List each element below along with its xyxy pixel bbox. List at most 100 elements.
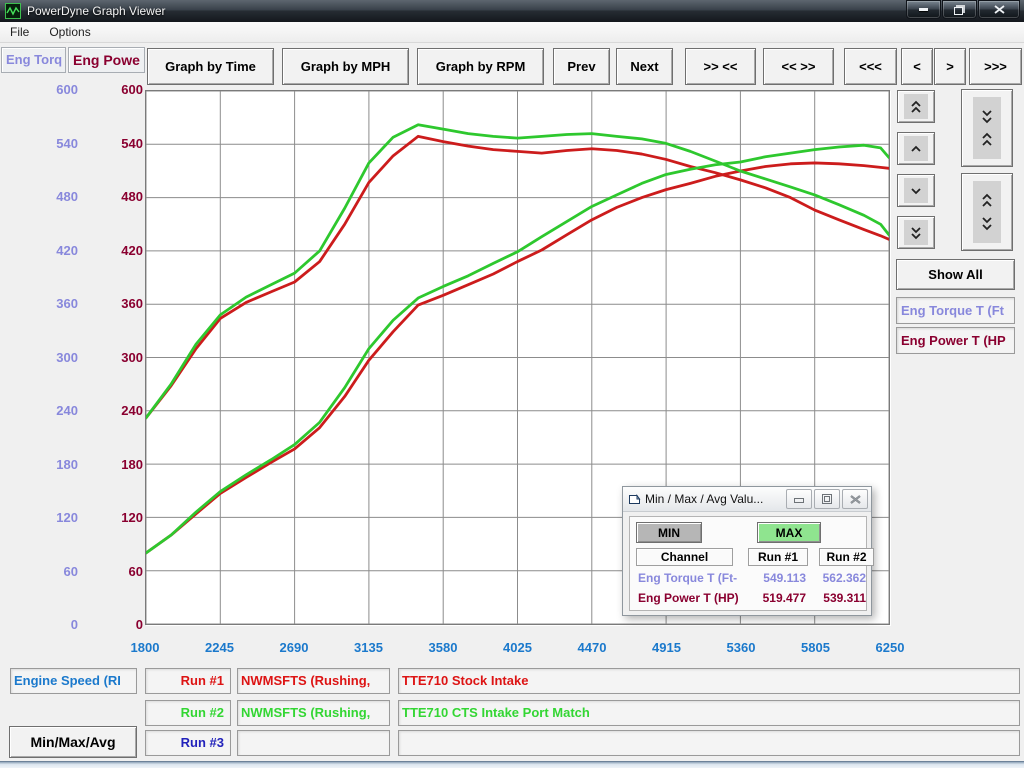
run2-desc-field[interactable]: NWMSFTS (Rushing, <box>237 700 390 726</box>
titlebar[interactable]: PowerDyne Graph Viewer <box>0 0 1024 22</box>
run2-title-field[interactable]: TTE710 CTS Intake Port Match <box>398 700 1020 726</box>
scale-down-fast-button[interactable] <box>897 216 935 249</box>
scale-up-button[interactable] <box>897 132 935 165</box>
rpm-tick: 2245 <box>190 640 250 655</box>
minmax-value: 539.311 <box>814 591 866 605</box>
restore-button[interactable] <box>942 0 977 19</box>
graph-by-rpm-button[interactable]: Graph by RPM <box>417 48 544 85</box>
min-button[interactable]: MIN <box>636 522 702 543</box>
menu-options[interactable]: Options <box>39 23 100 41</box>
torque-tick: 180 <box>30 457 78 472</box>
minmax-window-title: Min / Max / Avg Valu... <box>645 492 763 506</box>
close-button[interactable] <box>978 0 1020 19</box>
minmax-row-channel: Eng Torque T (Ft- <box>638 571 737 585</box>
scroll-right-button[interactable]: > <box>934 48 966 85</box>
maximize-icon <box>822 494 832 504</box>
rpm-tick: 6250 <box>860 640 920 655</box>
prev-button[interactable]: Prev <box>553 48 610 85</box>
column-header-run2[interactable]: Run #2 <box>819 548 874 566</box>
minmax-minimize-button[interactable] <box>786 489 812 509</box>
zoom-in-button[interactable]: >> << <box>685 48 756 85</box>
torque-tick: 480 <box>30 189 78 204</box>
show-all-button[interactable]: Show All <box>896 259 1015 290</box>
rpm-tick: 4470 <box>562 640 622 655</box>
torque-tick: 0 <box>30 617 78 632</box>
scroll-left-button[interactable]: < <box>901 48 933 85</box>
minmax-titlebar[interactable]: Min / Max / Avg Valu... <box>623 487 871 512</box>
torque-tick: 540 <box>30 136 78 151</box>
rpm-tick: 2690 <box>264 640 324 655</box>
graph-by-time-button[interactable]: Graph by Time <box>147 48 274 85</box>
scale-down-button[interactable] <box>897 174 935 207</box>
chevron-down-icon <box>910 187 922 195</box>
run1-label: Run #1 <box>145 668 231 694</box>
scale-up-fast-button[interactable] <box>897 90 935 123</box>
rpm-tick: 4915 <box>637 640 697 655</box>
compress-scale-button[interactable] <box>961 89 1013 167</box>
torque-tick: 240 <box>30 403 78 418</box>
power-tick: 0 <box>95 617 143 632</box>
rpm-tick: 1800 <box>115 640 175 655</box>
graph-by-mph-button[interactable]: Graph by MPH <box>282 48 409 85</box>
minmax-value: 562.362 <box>814 571 866 585</box>
power-tick: 360 <box>95 296 143 311</box>
minimize-icon <box>794 495 804 503</box>
rpm-tick: 3580 <box>413 640 473 655</box>
minmax-maximize-button[interactable] <box>814 489 840 509</box>
scroll-far-right-button[interactable]: >>> <box>969 48 1022 85</box>
power-tick: 120 <box>95 510 143 525</box>
column-header-run1[interactable]: Run #1 <box>748 548 808 566</box>
window-title: PowerDyne Graph Viewer <box>27 4 166 18</box>
channel-power-selector[interactable]: Eng Powe <box>68 47 145 73</box>
minmax-close-button[interactable] <box>842 489 868 509</box>
menubar: File Options <box>0 22 1024 43</box>
app-window: PowerDyne Graph Viewer File Options Eng … <box>0 0 1024 768</box>
minmax-value: 519.477 <box>748 591 806 605</box>
double-chevron-up-icon <box>910 100 922 114</box>
app-icon <box>5 3 21 19</box>
scroll-far-left-button[interactable]: <<< <box>844 48 897 85</box>
run3-label: Run #3 <box>145 730 231 756</box>
torque-tick: 60 <box>30 564 78 579</box>
run1-desc-field[interactable]: NWMSFTS (Rushing, <box>237 668 390 694</box>
channel-torque-selector[interactable]: Eng Torq <box>1 47 66 73</box>
power-tick: 240 <box>95 403 143 418</box>
power-channel-box[interactable]: Eng Power T (HP <box>896 327 1015 354</box>
power-tick: 480 <box>95 189 143 204</box>
rpm-tick: 5360 <box>711 640 771 655</box>
minmax-value: 549.113 <box>748 571 806 585</box>
restore-icon <box>954 7 963 15</box>
form-icon <box>628 493 641 506</box>
zoom-out-button[interactable]: << >> <box>763 48 834 85</box>
minimize-icon <box>919 8 928 11</box>
torque-tick: 360 <box>30 296 78 311</box>
run2-label: Run #2 <box>145 700 231 726</box>
power-tick: 300 <box>95 350 143 365</box>
power-tick: 600 <box>95 82 143 97</box>
minmax-window: Min / Max / Avg Valu... MIN MAX Channel … <box>622 486 872 616</box>
column-header-channel[interactable]: Channel <box>636 548 733 566</box>
torque-tick: 420 <box>30 243 78 258</box>
close-icon <box>994 5 1005 14</box>
window-bottom-frame <box>0 761 1024 768</box>
max-button[interactable]: MAX <box>757 522 821 543</box>
minmax-panel: MIN MAX Channel Run #1 Run #2 Eng Torque… <box>629 516 867 611</box>
expand-scale-button[interactable] <box>961 173 1013 251</box>
run3-desc-field[interactable] <box>237 730 390 756</box>
run1-title-field[interactable]: TTE710 Stock Intake <box>398 668 1020 694</box>
rpm-tick: 5805 <box>786 640 846 655</box>
torque-tick: 300 <box>30 350 78 365</box>
torque-tick: 600 <box>30 82 78 97</box>
power-tick: 420 <box>95 243 143 258</box>
minmax-row-channel: Eng Power T (HP) <box>638 591 739 605</box>
minmaxavg-button[interactable]: Min/Max/Avg <box>9 726 137 758</box>
x-channel-box[interactable]: Engine Speed (RI <box>10 668 137 694</box>
torque-channel-box[interactable]: Eng Torque T (Ft <box>896 297 1015 324</box>
next-button[interactable]: Next <box>616 48 673 85</box>
rpm-tick: 4025 <box>488 640 548 655</box>
run3-title-field[interactable] <box>398 730 1020 756</box>
minimize-button[interactable] <box>906 0 941 19</box>
menu-file[interactable]: File <box>0 23 39 41</box>
close-icon <box>850 495 861 504</box>
rpm-tick: 3135 <box>339 640 399 655</box>
